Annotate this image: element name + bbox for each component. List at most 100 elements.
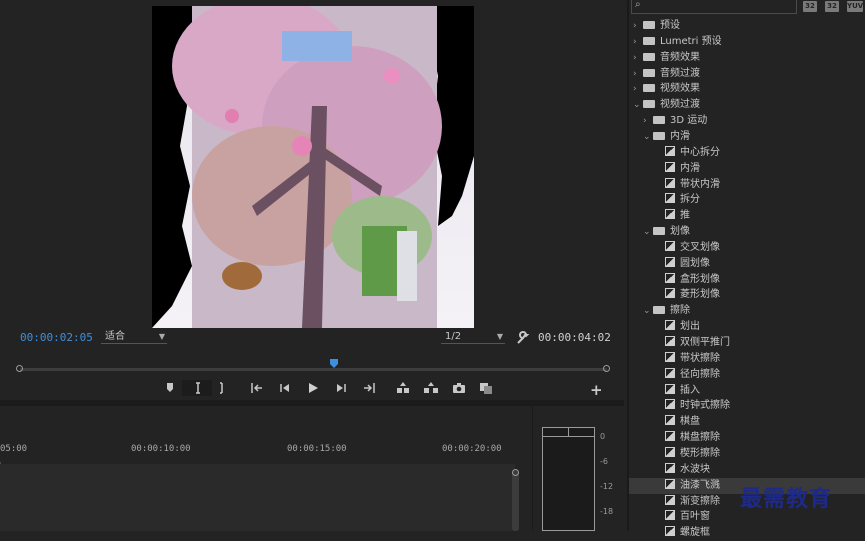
- step-forward-icon[interactable]: [333, 380, 349, 396]
- tree-item-label: 音频效果: [660, 52, 700, 63]
- timeline-track-area[interactable]: [0, 464, 515, 531]
- tree-item-label: 内滑: [670, 131, 690, 142]
- effects-folder[interactable]: › 视频效果: [633, 81, 700, 97]
- tree-item-label: 划像: [670, 226, 690, 237]
- effects-item[interactable]: 时钟式擦除: [653, 398, 730, 414]
- db-label: -6: [600, 457, 608, 466]
- mark-out-icon[interactable]: [214, 380, 230, 396]
- effects-item[interactable]: 拆分: [653, 192, 700, 208]
- effects-item[interactable]: 棋盘擦除: [653, 430, 720, 446]
- effects-item[interactable]: 划出: [653, 319, 700, 335]
- transition-icon: [665, 162, 675, 172]
- effects-folder[interactable]: ⌄ 内滑: [643, 129, 690, 145]
- effects-item[interactable]: 交叉划像: [653, 240, 720, 256]
- scrub-end-handle[interactable]: [603, 365, 610, 372]
- tree-item-label: 插入: [680, 385, 700, 396]
- go-to-out-icon[interactable]: [361, 380, 377, 396]
- effects-item[interactable]: 径向擦除: [653, 367, 720, 383]
- extract-icon[interactable]: [423, 380, 439, 396]
- chevron-right-icon[interactable]: ›: [633, 81, 643, 97]
- ruler-label: 00:00:15:00: [287, 444, 347, 454]
- tree-item-label: 棋盘: [680, 416, 700, 427]
- effects-item[interactable]: 带状擦除: [653, 351, 720, 367]
- tree-item-label: 划出: [680, 321, 700, 332]
- 32bit-effects-button[interactable]: 32: [825, 1, 839, 12]
- transition-icon: [665, 241, 675, 251]
- go-to-in-icon[interactable]: [249, 380, 265, 396]
- db-label: 0: [600, 432, 606, 441]
- effects-item[interactable]: 带状内滑: [653, 177, 720, 193]
- chevron-down-icon[interactable]: ⌄: [643, 303, 653, 319]
- effects-item[interactable]: 螺旋框: [653, 525, 710, 541]
- tree-item-label: 带状内滑: [680, 179, 720, 190]
- folder-icon: [643, 69, 655, 77]
- transition-icon: [665, 510, 675, 520]
- folder-icon: [653, 132, 665, 140]
- effects-item[interactable]: 棋盘: [653, 414, 700, 430]
- playback-resolution-label: 1/2: [445, 331, 462, 342]
- time-ruler[interactable]: [0, 455, 515, 471]
- zoom-fit-label: 适合: [105, 331, 125, 342]
- effects-folder[interactable]: ⌄ 擦除: [643, 303, 690, 319]
- add-button[interactable]: +: [590, 381, 603, 399]
- chevron-right-icon[interactable]: ›: [643, 113, 653, 129]
- effects-item[interactable]: 渐变擦除: [653, 494, 720, 510]
- comparison-view-icon[interactable]: [478, 380, 494, 396]
- scrub-start-handle[interactable]: [16, 365, 23, 372]
- effects-item[interactable]: 盒形划像: [653, 272, 720, 288]
- transition-icon: [665, 288, 675, 298]
- effects-item[interactable]: 推: [653, 208, 690, 224]
- playhead-marker[interactable]: [330, 353, 340, 368]
- lift-icon[interactable]: [395, 380, 411, 396]
- effects-folder[interactable]: ⌄ 划像: [643, 224, 690, 240]
- zoom-fit-dropdown[interactable]: 适合 ▼: [101, 329, 167, 344]
- chevron-down-icon[interactable]: ⌄: [643, 224, 653, 240]
- effects-item[interactable]: 楔形擦除: [653, 446, 720, 462]
- transition-icon: [665, 431, 675, 441]
- effects-folder[interactable]: › 音频过渡: [633, 66, 700, 82]
- effects-item[interactable]: 菱形划像: [653, 287, 720, 303]
- wrench-icon[interactable]: [516, 330, 530, 344]
- step-back-icon[interactable]: [277, 380, 293, 396]
- effects-folder[interactable]: › 音频效果: [633, 50, 700, 66]
- playback-resolution-dropdown[interactable]: 1/2 ▼: [441, 329, 505, 344]
- effects-search-input[interactable]: ⌕: [631, 0, 797, 14]
- transition-icon: [665, 384, 675, 394]
- add-marker-icon[interactable]: [162, 380, 178, 396]
- camera-icon[interactable]: [451, 380, 467, 396]
- video-preview[interactable]: [152, 6, 474, 328]
- current-timecode[interactable]: 00:00:02:05: [20, 331, 93, 344]
- effects-item[interactable]: 百叶窗: [653, 509, 710, 525]
- chevron-right-icon[interactable]: ›: [633, 66, 643, 82]
- ruler-label: 00:00:10:00: [131, 444, 191, 454]
- effects-item[interactable]: 水波块: [653, 462, 710, 478]
- chevron-right-icon[interactable]: ›: [633, 34, 643, 50]
- transition-icon: [665, 146, 675, 156]
- audio-meter: [542, 427, 595, 531]
- mark-in-icon[interactable]: [182, 380, 212, 396]
- timeline-scrollbar[interactable]: [512, 470, 519, 531]
- effects-item[interactable]: 双侧平推门: [653, 335, 730, 351]
- chevron-right-icon[interactable]: ›: [633, 18, 643, 34]
- effects-item[interactable]: 圆划像: [653, 256, 710, 272]
- transition-icon: [665, 273, 675, 283]
- effects-folder[interactable]: › 预设: [633, 18, 680, 34]
- effects-folder[interactable]: › Lumetri 预设: [633, 34, 722, 50]
- tree-item-label: 带状擦除: [680, 353, 720, 364]
- effects-item[interactable]: 中心拆分: [653, 145, 720, 161]
- folder-icon: [653, 306, 665, 314]
- effects-folder[interactable]: ⌄ 视频过渡: [633, 97, 700, 113]
- yuv-effects-button[interactable]: YUV: [847, 1, 863, 12]
- db-label: -18: [600, 507, 614, 516]
- chevron-down-icon[interactable]: ⌄: [633, 97, 643, 113]
- accelerated-effects-button[interactable]: 32: [803, 1, 817, 12]
- scrub-bar[interactable]: [20, 368, 607, 371]
- effects-folder[interactable]: › 3D 运动: [643, 113, 707, 129]
- tree-item-label: 径向擦除: [680, 369, 720, 380]
- play-icon[interactable]: [305, 380, 321, 396]
- effects-item[interactable]: 插入: [653, 383, 700, 399]
- chevron-right-icon[interactable]: ›: [633, 50, 643, 66]
- effects-item[interactable]: 内滑: [653, 161, 700, 177]
- chevron-down-icon[interactable]: ⌄: [643, 129, 653, 145]
- scrollbar-handle[interactable]: [512, 469, 519, 476]
